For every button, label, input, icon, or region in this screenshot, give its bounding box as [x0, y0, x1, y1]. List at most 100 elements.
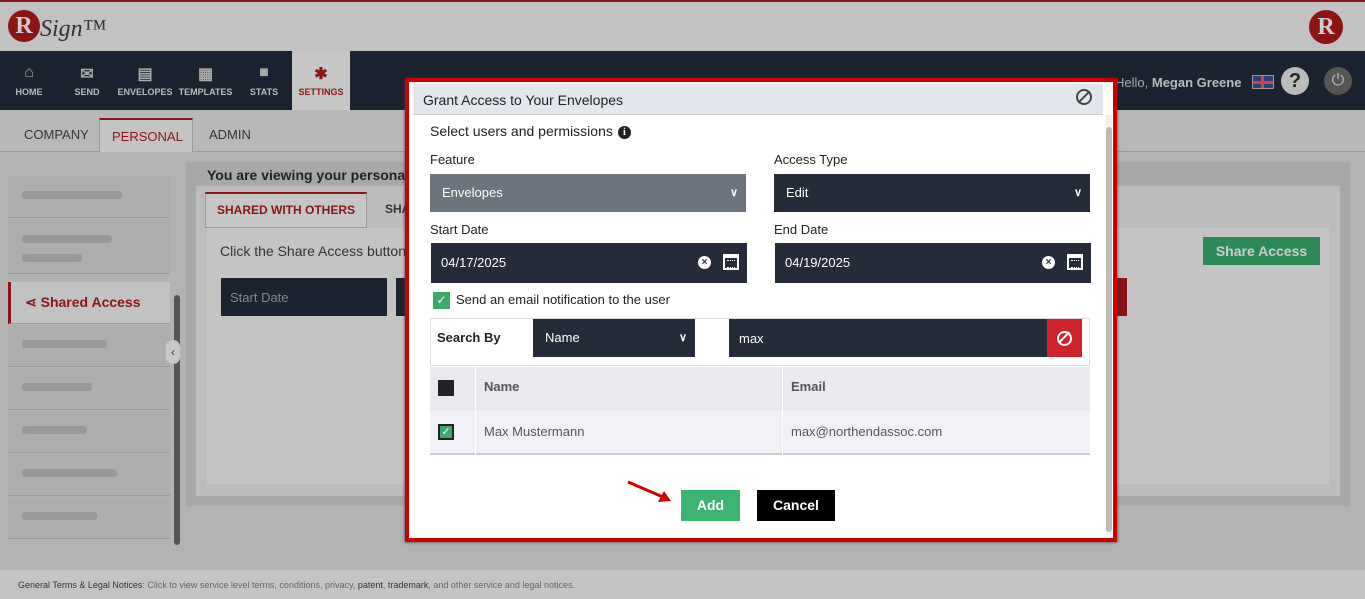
greeting-prefix: Hello,: [1115, 75, 1149, 90]
chevron-down-icon: ∨: [729, 187, 738, 199]
side-menu: ⋖ Shared Access: [8, 162, 170, 542]
briefcase-icon: ■: [259, 64, 269, 81]
search-by-select[interactable]: Name ∨: [533, 319, 695, 357]
tab-shared-with-others[interactable]: SHARED WITH OTHERS: [205, 192, 367, 228]
modal-close-icon[interactable]: [1076, 89, 1092, 105]
user-name[interactable]: Megan Greene: [1152, 75, 1242, 90]
row-name: Max Mustermann: [484, 424, 585, 439]
side-item-shared-access[interactable]: ⋖ Shared Access: [8, 282, 170, 324]
tab-admin[interactable]: ADMIN: [197, 118, 263, 152]
nav-templates[interactable]: ▦ TEMPLATES: [177, 51, 234, 110]
end-date-label: End Date: [774, 222, 829, 237]
email-notification-checkbox[interactable]: ✓: [433, 292, 450, 309]
document-icon: ▦: [197, 66, 214, 83]
column-divider: [475, 367, 476, 455]
column-header-name[interactable]: Name: [484, 379, 519, 394]
inbox-icon: ▤: [137, 66, 153, 83]
grant-access-modal: [405, 78, 1117, 542]
blurred-label: [22, 512, 97, 520]
info-icon[interactable]: i: [617, 126, 631, 139]
end-date-field[interactable]: 04/19/2025 ×: [775, 243, 1091, 283]
filter-start-date[interactable]: Start Date: [221, 278, 387, 316]
nav-home-label: HOME: [15, 87, 43, 97]
chevron-down-icon: ∨: [678, 332, 687, 344]
nav-settings[interactable]: ✱ SETTINGS: [292, 51, 350, 110]
logout-power-icon[interactable]: ⏻: [1324, 67, 1352, 95]
collapse-chevron-icon[interactable]: ‹: [166, 340, 180, 364]
nav-templates-label: TEMPLATES: [178, 87, 233, 97]
filter-clear-button[interactable]: [1117, 278, 1127, 316]
row-checkbox[interactable]: ✓: [438, 424, 454, 440]
cancel-button[interactable]: Cancel: [757, 490, 835, 521]
chevron-down-icon: ∨: [1073, 187, 1082, 199]
gear-icon: ✱: [314, 66, 328, 83]
pointer-arrow-icon: [627, 480, 671, 502]
calendar-icon[interactable]: [1067, 254, 1083, 270]
home-icon: ⌂: [24, 64, 34, 81]
help-icon[interactable]: ?: [1281, 67, 1309, 95]
clear-search-icon[interactable]: [1047, 319, 1082, 357]
user-greeting: Hello, Megan Greene: [1115, 75, 1241, 90]
logo-text: Sign™: [40, 16, 107, 42]
side-menu-scrollbar[interactable]: [174, 295, 180, 545]
instruction-text: Click the Share Access button t: [220, 243, 414, 259]
envelope-icon: ✉: [80, 66, 94, 83]
modal-scrollbar[interactable]: [1106, 115, 1112, 535]
modal-subtitle: Select users and permissions i: [430, 123, 631, 139]
modal-subtitle-text: Select users and permissions: [430, 123, 613, 139]
footer-tail: , and other service and legal notices.: [428, 580, 575, 590]
add-button[interactable]: Add: [681, 490, 740, 521]
blurred-label: [22, 426, 87, 434]
footer-patent-link[interactable]: patent: [358, 580, 383, 590]
select-all-checkbox[interactable]: [438, 380, 454, 396]
email-notification-label: Send an email notification to the user: [456, 292, 670, 307]
column-divider: [782, 367, 783, 455]
nav-settings-label: SETTINGS: [298, 87, 344, 97]
logo-letter: R: [8, 10, 40, 42]
blurred-label: [22, 469, 117, 477]
nav-envelopes-label: ENVELOPES: [117, 87, 173, 97]
nav-stats-label: STATS: [249, 87, 279, 97]
footer: General Terms & Legal Notices: Click to …: [0, 570, 1365, 599]
column-header-email[interactable]: Email: [791, 379, 826, 394]
clear-date-icon[interactable]: ×: [1042, 256, 1055, 269]
footer-trademark-link[interactable]: trademark: [388, 580, 429, 590]
side-item-6[interactable]: [8, 411, 170, 453]
row-email: max@northendassoc.com: [791, 424, 943, 439]
blurred-label: [22, 191, 122, 199]
side-item-4[interactable]: [8, 325, 170, 367]
side-item-7[interactable]: [8, 454, 170, 496]
start-date-field[interactable]: 04/17/2025 ×: [431, 243, 747, 283]
side-item-2[interactable]: [8, 220, 170, 274]
feature-select-value: Envelopes: [442, 185, 503, 200]
rsign-logo[interactable]: R Sign™: [8, 8, 106, 48]
search-input[interactable]: [729, 319, 1047, 357]
nav-send[interactable]: ✉ SEND: [72, 51, 102, 110]
access-type-select[interactable]: Edit ∨: [774, 174, 1090, 212]
start-date-value: 04/17/2025: [441, 255, 507, 270]
nav-send-label: SEND: [74, 87, 100, 97]
calendar-icon[interactable]: [723, 254, 739, 270]
footer-legal-link[interactable]: General Terms & Legal Notices: [18, 580, 142, 590]
language-flag-icon[interactable]: [1252, 75, 1274, 89]
clear-date-icon[interactable]: ×: [698, 256, 711, 269]
side-item-5[interactable]: [8, 368, 170, 410]
access-type-select-value: Edit: [786, 185, 809, 200]
side-item-shared-access-label: Shared Access: [40, 294, 141, 310]
nav-envelopes[interactable]: ▤ ENVELOPES: [117, 51, 173, 110]
share-icon: ⋖: [25, 294, 37, 310]
search-by-label: Search By: [437, 330, 501, 345]
feature-select[interactable]: Envelopes ∨: [430, 174, 746, 212]
blurred-label: [22, 340, 107, 348]
footer-text: : Click to view service level terms, con…: [142, 580, 358, 590]
viewing-notice: You are viewing your persona: [207, 167, 406, 183]
blurred-label: [22, 254, 82, 262]
nav-stats[interactable]: ■ STATS: [248, 51, 280, 110]
share-access-button[interactable]: Share Access: [1203, 237, 1320, 265]
side-item-8[interactable]: [8, 497, 170, 539]
tab-personal[interactable]: PERSONAL: [99, 118, 193, 152]
top-bar: R Sign™ R: [0, 0, 1365, 51]
side-item-1[interactable]: [8, 176, 170, 218]
nav-home[interactable]: ⌂ HOME: [14, 51, 44, 110]
tab-company[interactable]: COMPANY: [12, 118, 101, 152]
